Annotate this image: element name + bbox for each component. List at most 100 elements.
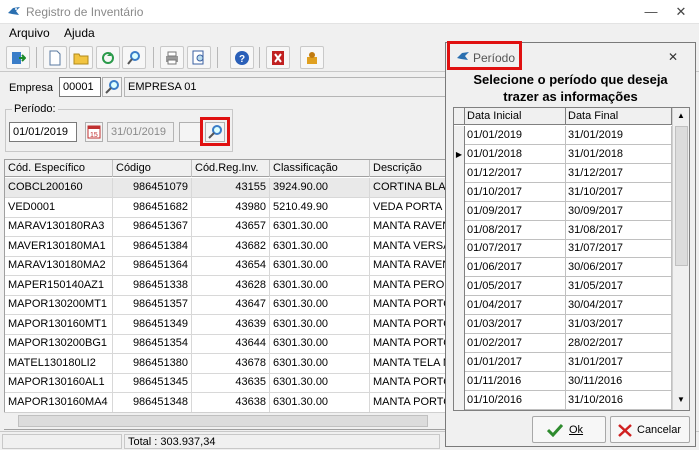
scroll-up-icon[interactable]: ▲ — [675, 109, 687, 123]
period-start-field[interactable]: 01/01/2019 — [9, 122, 77, 142]
period-row[interactable]: 01/04/2017 30/04/2017 — [454, 296, 672, 316]
table-row[interactable]: MAPOR130160MT1 986451349 43639 6301.30.00 MA… — [5, 314, 449, 335]
new-button[interactable] — [43, 46, 67, 69]
column-header[interactable]: Descrição — [370, 160, 449, 177]
table-cell: 6301.30.00 — [270, 353, 370, 374]
column-header[interactable]: Código — [113, 160, 192, 177]
dialog-close-button[interactable]: ✕ — [668, 50, 678, 64]
empresa-code-field[interactable]: 00001 — [59, 77, 101, 97]
scroll-down-icon[interactable]: ▼ — [675, 393, 687, 407]
period-row[interactable]: 01/07/2017 31/07/2017 — [454, 239, 672, 259]
period-cell: 30/04/2017 — [566, 296, 672, 316]
period-cell: 31/01/2019 — [566, 126, 672, 145]
dialog-heading: Selecione o período que deseja trazer as… — [446, 71, 695, 105]
table-cell: MAPOR130160MA4 — [5, 392, 113, 413]
period-cell: 31/07/2017 — [566, 239, 672, 259]
period-row[interactable]: 01/06/2017 30/06/2017 — [454, 258, 672, 278]
close-window-button[interactable]: ✕ — [667, 3, 695, 21]
period-row[interactable]: 01/01/2017 31/01/2017 — [454, 352, 672, 372]
period-dropdown-button[interactable] — [179, 122, 201, 142]
refresh-button[interactable] — [96, 46, 120, 69]
search-icon — [127, 51, 140, 65]
column-header[interactable]: Data Inicial — [465, 108, 566, 125]
column-header[interactable]: Cód.Reg.Inv. — [192, 160, 270, 177]
column-header[interactable]: Cód. Específico — [5, 160, 113, 177]
period-row[interactable]: ▶ 01/01/2018 31/01/2018 — [454, 144, 672, 164]
table-row[interactable]: MAPOR130200BG1 986451354 43644 6301.30.00 MA… — [5, 334, 449, 354]
period-row[interactable]: 01/01/2019 31/01/2019 — [454, 126, 672, 145]
row-indicator — [454, 296, 465, 316]
vertical-scrollbar[interactable]: ▲ ▼ — [672, 108, 689, 410]
menu-arquivo[interactable]: Arquivo — [9, 26, 50, 40]
table-row[interactable]: MAVER130180MA1 986451384 43682 6301.30.00 MA… — [5, 236, 449, 257]
table-row[interactable]: COBCL200160 986451079 43155 3924.90.00 CORTI… — [5, 178, 449, 198]
calendar-button[interactable]: 15 — [85, 122, 103, 142]
table-row[interactable]: MAPER150140AZ1 986451338 43628 6301.30.00 MA… — [5, 275, 449, 296]
table-cell: 43155 — [192, 178, 270, 198]
table-row[interactable]: MAPOR130160AL1 986451345 43635 6301.30.00 MA… — [5, 373, 449, 393]
ok-button[interactable]: Ok — [532, 416, 606, 443]
inventory-grid[interactable]: Cód. Específico Código Cód.Reg.Inv. Clas… — [4, 159, 450, 430]
row-indicator — [454, 126, 465, 145]
period-cell: 01/08/2017 — [465, 220, 566, 240]
empresa-search-button[interactable] — [102, 77, 122, 97]
grid-header: Cód. Específico Código Cód.Reg.Inv. Clas… — [5, 160, 449, 177]
minimize-button[interactable]: — — [637, 3, 665, 21]
period-cell: 31/10/2017 — [566, 182, 672, 202]
tools-button[interactable] — [300, 46, 324, 69]
period-row[interactable]: 01/02/2017 28/02/2017 — [454, 333, 672, 353]
table-row[interactable]: MARAV130180MA2 986451364 43654 6301.30.00 MA… — [5, 256, 449, 276]
table-row[interactable]: MAPOR130160MA4 986451348 43638 6301.30.00 MA… — [5, 392, 449, 413]
period-row[interactable]: 01/11/2016 30/11/2016 — [454, 371, 672, 391]
check-icon — [547, 423, 563, 437]
delete-button[interactable] — [266, 46, 290, 69]
column-header[interactable]: Classificação — [270, 160, 370, 177]
period-row[interactable]: 01/05/2017 31/05/2017 — [454, 277, 672, 297]
period-row[interactable]: 01/10/2017 31/10/2017 — [454, 182, 672, 202]
period-grid[interactable]: Data Inicial Data Final 01/01/2019 31/01/… — [453, 107, 690, 411]
table-cell: MANTA PORTO — [370, 334, 449, 354]
exit-icon — [12, 52, 26, 64]
horizontal-scrollbar[interactable] — [4, 412, 450, 429]
print-button[interactable] — [160, 46, 184, 69]
toolbar-separator — [259, 47, 260, 68]
period-cell: 31/08/2017 — [566, 220, 672, 240]
period-cell: 01/12/2017 — [465, 163, 566, 183]
period-row[interactable]: 01/03/2017 31/03/2017 — [454, 315, 672, 334]
table-cell: MANTA PORTO — [370, 295, 449, 315]
scroll-thumb[interactable] — [18, 415, 428, 427]
table-row[interactable]: MATEL130180LI2 986451380 43678 6301.30.00 MA… — [5, 353, 449, 374]
row-indicator — [454, 390, 465, 410]
table-cell: 986451682 — [113, 197, 192, 218]
search-button[interactable] — [122, 46, 146, 69]
period-row[interactable]: 01/08/2017 31/08/2017 — [454, 220, 672, 240]
cancel-button[interactable]: Cancelar — [610, 416, 690, 443]
table-row[interactable]: MARAV130180RA3 986451367 43657 6301.30.00 MA… — [5, 217, 449, 237]
period-row[interactable]: 01/10/2016 31/10/2016 — [454, 390, 672, 410]
column-header[interactable]: Data Final — [566, 108, 672, 125]
table-cell: MANTA VERSA — [370, 237, 449, 257]
table-row[interactable]: MAPOR130200MT1 986451357 43647 6301.30.00 MA… — [5, 295, 449, 315]
print-preview-icon — [192, 50, 204, 65]
window-title: Registro de Inventário — [26, 5, 144, 19]
period-row[interactable]: 01/12/2017 31/12/2017 — [454, 163, 672, 183]
menu-ajuda[interactable]: Ajuda — [64, 26, 95, 40]
period-cell: 31/05/2017 — [566, 277, 672, 297]
scroll-thumb[interactable] — [675, 126, 688, 266]
table-cell: VED0001 — [5, 197, 113, 218]
period-cell: 01/01/2019 — [465, 126, 566, 145]
table-cell: MARAV130180RA3 — [5, 217, 113, 237]
cancel-x-icon — [618, 424, 632, 437]
table-row[interactable]: VED0001 986451682 43980 5210.49.90 VEDA PORT… — [5, 197, 449, 218]
period-cell: 01/01/2017 — [465, 352, 566, 372]
table-cell: 43980 — [192, 197, 270, 218]
table-cell: 43678 — [192, 353, 270, 374]
open-button[interactable] — [69, 46, 93, 69]
exit-button[interactable] — [6, 46, 30, 69]
help-button[interactable]: ? — [230, 46, 254, 69]
print-preview-button[interactable] — [187, 46, 211, 69]
period-row[interactable]: 01/09/2017 30/09/2017 — [454, 201, 672, 221]
period-cell: 01/10/2016 — [465, 390, 566, 410]
table-cell: MAPER150140AZ1 — [5, 275, 113, 296]
cancel-label: Cancelar — [637, 424, 682, 436]
